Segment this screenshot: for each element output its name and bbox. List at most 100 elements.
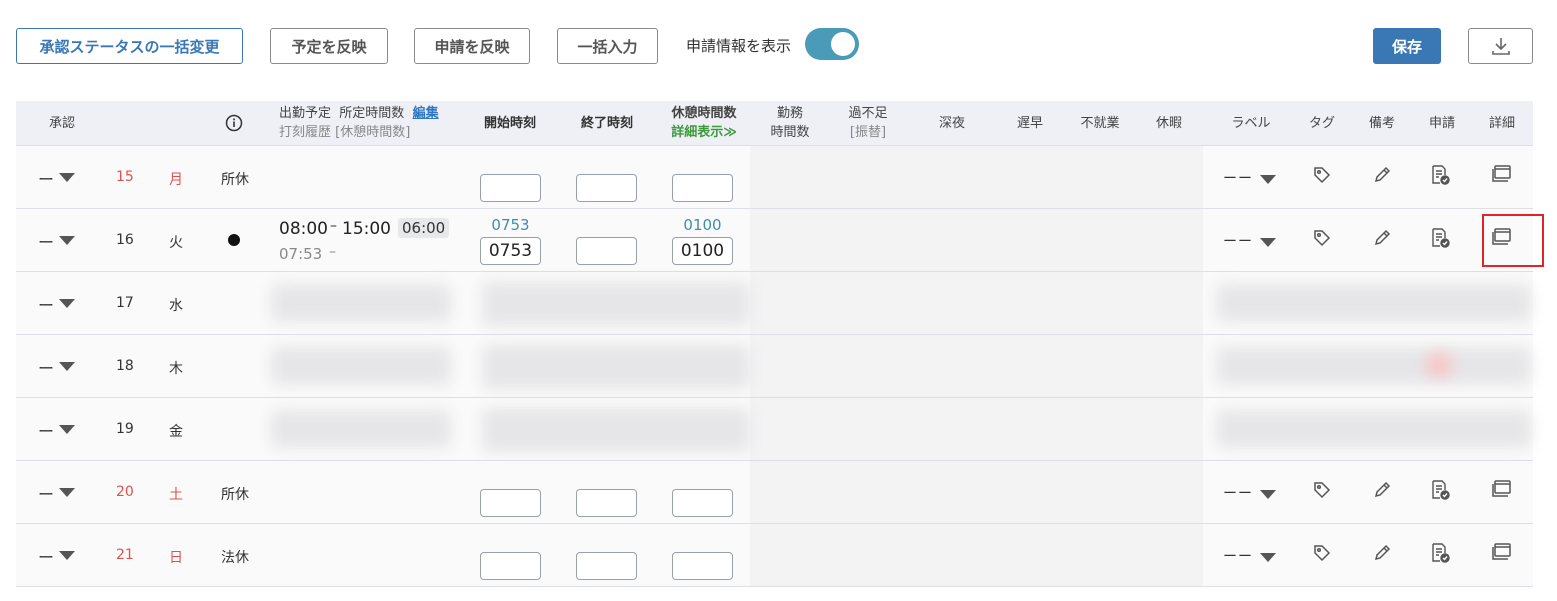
approval-dropdown-caret[interactable] [59, 299, 75, 308]
header-excess-line2: [振替] [849, 125, 887, 140]
stamp-start: 07:53 [279, 245, 323, 263]
detail-highlight-box [1482, 214, 1544, 267]
table-row: ー 19 金 [16, 398, 1533, 461]
end-time-input[interactable] [576, 174, 637, 202]
approval-dropdown-caret[interactable] [59, 173, 75, 182]
weekday: 木 [169, 361, 183, 377]
header-late: 遅早 [1016, 116, 1043, 131]
label-dropdown-value: ーー [1223, 234, 1253, 250]
header-break-label: 休憩時間数 [671, 106, 737, 121]
end-time-input[interactable] [576, 552, 637, 580]
start-time-input[interactable] [480, 489, 541, 517]
break-hours-input[interactable] [672, 552, 733, 580]
header-start-time: 開始時刻 [483, 116, 536, 131]
approval-dropdown-caret[interactable] [59, 488, 75, 497]
approval-status: ー [38, 359, 55, 378]
start-time-input[interactable] [480, 174, 541, 202]
detail-window-icon[interactable] [1491, 163, 1513, 189]
approval-dropdown-caret[interactable] [59, 425, 75, 434]
break-hours-input[interactable]: 0100 [672, 237, 733, 265]
bulk-input-button[interactable]: 一括入力 [557, 28, 658, 64]
summary-area [750, 209, 1203, 271]
weekday: 火 [169, 235, 183, 251]
header-end-time: 終了時刻 [580, 116, 633, 131]
label-dropdown-caret[interactable] [1260, 553, 1276, 562]
label-dropdown[interactable]: ーー [1223, 483, 1276, 503]
download-icon [1491, 38, 1510, 55]
label-dropdown-caret[interactable] [1260, 175, 1276, 184]
table-row: ー 20 土 所休 ーー [16, 461, 1533, 524]
header-break-hours: [休憩時間数] [335, 125, 411, 140]
summary-area [750, 398, 1203, 460]
label-dropdown-caret[interactable] [1260, 490, 1276, 499]
approval-dropdown-caret[interactable] [59, 362, 75, 371]
blurred-content [271, 347, 451, 385]
header-note: 備考 [1368, 116, 1395, 131]
header-excess-line1: 過不足 [848, 106, 888, 121]
info-icon[interactable] [225, 114, 243, 136]
header-detail: 詳細 [1488, 116, 1515, 131]
header-leave: 休暇 [1155, 116, 1182, 131]
day-number: 18 [116, 358, 134, 374]
summary-area [750, 146, 1203, 208]
break-hours-input[interactable] [672, 174, 733, 202]
header-label: ラベル [1231, 116, 1271, 131]
start-time-input[interactable]: 0753 [480, 237, 541, 265]
plan-separator: – [330, 218, 337, 234]
show-request-toggle[interactable] [805, 28, 859, 60]
header-plan-hours: 所定時間数 [339, 106, 405, 121]
table-row: ー 15 月 所休 ーー [16, 146, 1533, 209]
apply-plan-button[interactable]: 予定を反映 [270, 28, 388, 64]
approval-status: ー [38, 233, 55, 252]
header-work-hours: 勤務 時間数 [764, 104, 816, 142]
blurred-inputs [482, 282, 750, 326]
tag-icon[interactable] [1312, 165, 1332, 189]
request-document-icon[interactable] [1429, 479, 1451, 505]
blurred-content [271, 284, 451, 322]
tag-icon[interactable] [1312, 543, 1332, 567]
save-button[interactable]: 保存 [1373, 28, 1441, 64]
header-break-detail-link[interactable]: 詳細表示≫ [671, 125, 737, 140]
header-stamp-history: 打刻履歴 [279, 125, 332, 140]
approval-dropdown-caret[interactable] [59, 236, 75, 245]
day-number: 20 [116, 484, 134, 500]
header-tag: タグ [1308, 116, 1335, 131]
detail-window-icon[interactable] [1491, 541, 1513, 567]
pencil-icon[interactable] [1372, 480, 1392, 504]
tag-icon[interactable] [1312, 480, 1332, 504]
plan-hours-badge: 06:00 [398, 218, 450, 238]
detail-window-icon[interactable] [1491, 478, 1513, 504]
weekday: 月 [169, 172, 183, 188]
toggle-knob [831, 32, 855, 56]
pencil-icon[interactable] [1372, 543, 1392, 567]
header-request: 申請 [1428, 116, 1455, 131]
header-work-line1: 勤務 [776, 106, 803, 121]
request-document-icon[interactable] [1429, 227, 1451, 253]
approval-status: ー [38, 548, 55, 567]
download-button[interactable] [1468, 28, 1533, 64]
label-dropdown[interactable]: ーー [1223, 231, 1276, 251]
break-hours-input[interactable] [672, 489, 733, 517]
approval-dropdown-caret[interactable] [59, 551, 75, 560]
end-time-input[interactable] [576, 237, 637, 265]
pencil-icon[interactable] [1372, 165, 1392, 189]
request-document-icon[interactable] [1429, 164, 1451, 190]
day-number: 21 [116, 547, 134, 563]
end-time-input[interactable] [576, 489, 637, 517]
day-number: 15 [116, 169, 134, 185]
header-plan-edit-link[interactable]: 編集 [413, 106, 439, 121]
tag-icon[interactable] [1312, 228, 1332, 252]
summary-area [750, 461, 1203, 523]
start-time-input[interactable] [480, 552, 541, 580]
label-dropdown[interactable]: ーー [1223, 546, 1276, 566]
bulk-status-change-button[interactable]: 承認ステータスの一括変更 [16, 28, 243, 64]
request-document-icon[interactable] [1429, 542, 1451, 568]
label-dropdown[interactable]: ーー [1223, 168, 1276, 188]
header-excess: 過不足 [振替] [842, 104, 894, 142]
label-dropdown-caret[interactable] [1260, 238, 1276, 247]
summary-area [750, 335, 1203, 397]
label-dropdown-value: ーー [1223, 549, 1253, 565]
pencil-icon[interactable] [1372, 228, 1392, 252]
break-hours-hint: 0100 [683, 216, 722, 234]
apply-request-button[interactable]: 申請を反映 [414, 28, 530, 64]
